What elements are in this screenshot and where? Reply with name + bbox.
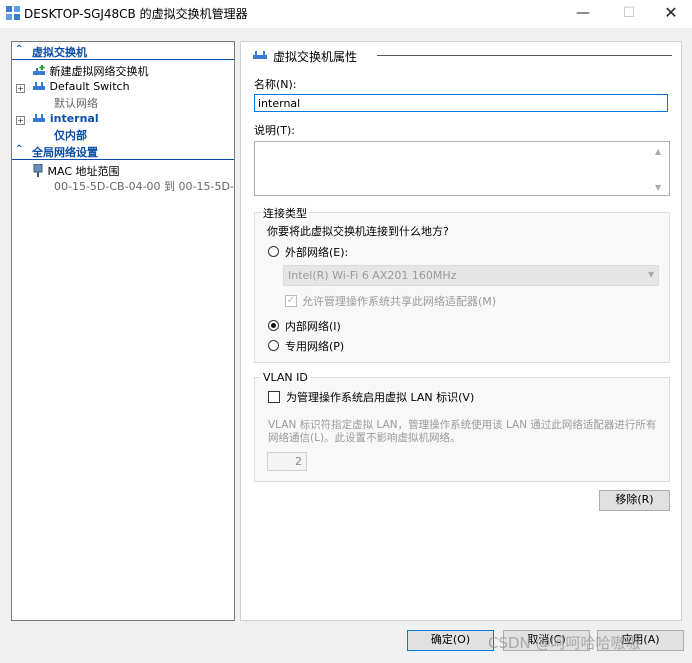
- section-global-settings[interactable]: ⌃ 全局网络设置: [12, 144, 234, 160]
- tree-item-internal-switch[interactable]: internal: [32, 112, 99, 125]
- tree-item-default-switch[interactable]: Default Switch: [32, 80, 130, 93]
- tree-item-subtitle: 00-15-5D-CB-04-00 到 00-15-5D-...: [54, 180, 235, 193]
- tree-item-label: internal: [49, 112, 99, 125]
- connection-type-label: 连接类型: [261, 205, 309, 221]
- vlan-description: VLAN 标识符指定虚拟 LAN，管理操作系统使用该 LAN 通过此网络适配器进…: [268, 419, 657, 444]
- tree-item-label: MAC 地址范围: [47, 165, 120, 178]
- network-adapter-icon: [33, 163, 43, 177]
- tree-item-label: Default Switch: [49, 80, 130, 93]
- name-input[interactable]: [254, 94, 668, 112]
- window-title: DESKTOP-SGJ48CB 的虚拟交换机管理器: [24, 7, 248, 21]
- network-switch-icon: [33, 114, 45, 122]
- private-network-radio[interactable]: [268, 340, 279, 351]
- connection-question: 你要将此虚拟交换机连接到什么地方?: [267, 225, 449, 238]
- network-switch-icon: [33, 82, 45, 90]
- tree-item-mac-range[interactable]: MAC 地址范围: [32, 163, 120, 179]
- section-divider: [12, 59, 234, 60]
- enable-vlan-label[interactable]: 为管理操作系统启用虚拟 LAN 标识(V): [286, 389, 474, 405]
- notes-textarea[interactable]: [254, 141, 670, 196]
- internal-network-radio[interactable]: [268, 320, 279, 331]
- header-divider: [377, 55, 672, 56]
- network-switch-icon: [253, 51, 267, 59]
- section-label: 虚拟交换机: [32, 46, 87, 59]
- ok-button[interactable]: 确定(O): [407, 630, 494, 651]
- tree-item-subtitle: 默认网络: [54, 97, 98, 110]
- watermark: CSDN @呵呵哈哈嗷嗷: [488, 634, 641, 652]
- collapse-chevron-icon[interactable]: ⌃: [15, 44, 23, 55]
- notes-label: 说明(T):: [254, 124, 296, 137]
- switch-tree[interactable]: ⌃ 虚拟交换机 新建虚拟网络交换机 + Default Switch 默认网络 …: [11, 41, 235, 621]
- section-virtual-switches[interactable]: ⌃ 虚拟交换机: [12, 44, 234, 60]
- vlan-id-label: VLAN ID: [261, 371, 310, 384]
- external-network-label[interactable]: 外部网络(E):: [285, 244, 348, 260]
- allow-management-label: 允许管理操作系统共享此网络适配器(M): [302, 295, 497, 308]
- external-network-radio[interactable]: [268, 246, 279, 257]
- name-label: 名称(N):: [254, 78, 297, 91]
- tree-item-new-switch[interactable]: 新建虚拟网络交换机: [32, 63, 149, 79]
- adapter-select[interactable]: Intel(R) Wi-Fi 6 AX201 160MHz: [283, 265, 659, 286]
- section-label: 全局网络设置: [32, 146, 98, 159]
- collapse-chevron-icon[interactable]: ⌃: [15, 144, 23, 155]
- section-divider: [12, 159, 234, 160]
- scroll-down-icon[interactable]: ▼: [655, 183, 661, 192]
- switch-manager-icon: [6, 6, 20, 20]
- vlan-id-input[interactable]: 2: [267, 452, 307, 471]
- tree-item-subtitle: 仅内部: [54, 129, 87, 142]
- remove-button[interactable]: 移除(R): [599, 490, 670, 511]
- expand-icon[interactable]: +: [16, 116, 25, 125]
- new-switch-icon: [33, 65, 45, 75]
- scroll-up-icon[interactable]: ▲: [655, 147, 661, 156]
- close-button[interactable]: ✕: [648, 0, 692, 28]
- tree-item-label: 新建虚拟网络交换机: [49, 65, 149, 78]
- maximize-button[interactable]: ☐: [606, 0, 652, 28]
- allow-management-checkbox[interactable]: ✓: [285, 295, 297, 307]
- minimize-button[interactable]: —: [560, 0, 606, 28]
- private-network-label[interactable]: 专用网络(P): [285, 338, 344, 354]
- properties-header: 虚拟交换机属性: [252, 48, 672, 64]
- expand-icon[interactable]: +: [16, 84, 25, 93]
- properties-title: 虚拟交换机属性: [273, 50, 358, 64]
- chevron-down-icon[interactable]: ▼: [648, 270, 654, 279]
- enable-vlan-checkbox[interactable]: [268, 391, 280, 403]
- internal-network-label[interactable]: 内部网络(I): [285, 318, 341, 334]
